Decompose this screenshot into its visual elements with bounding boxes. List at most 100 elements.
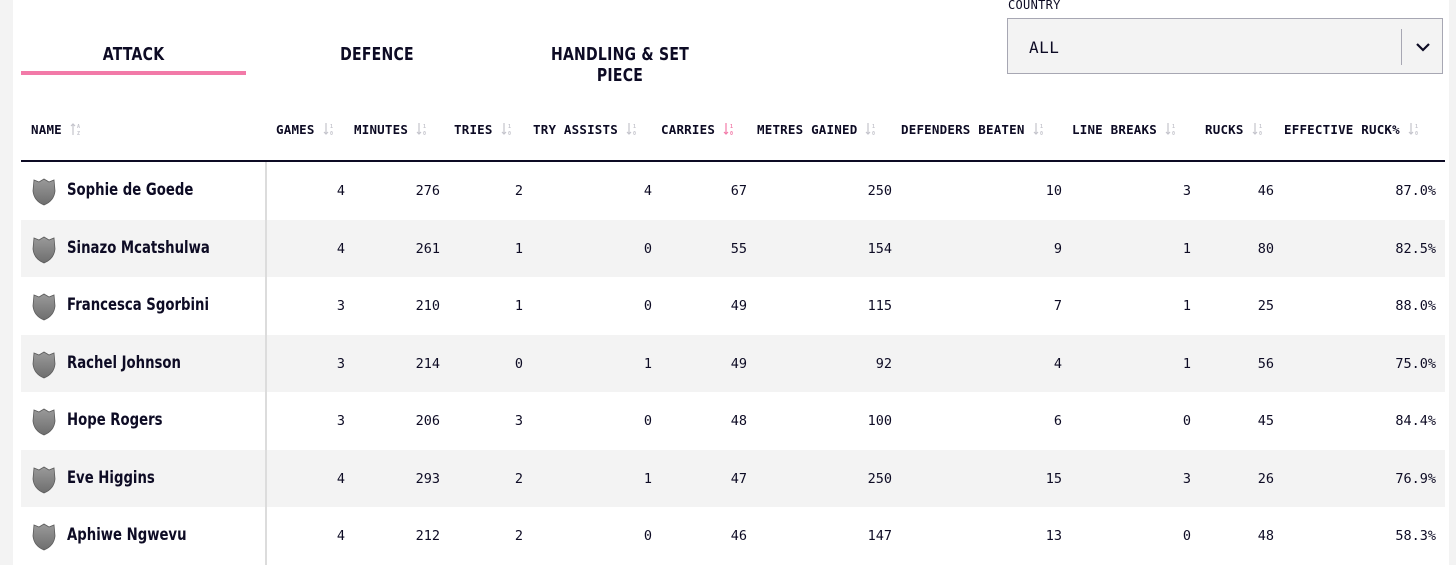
team-shield-icon [32, 351, 56, 378]
sort-alpha-icon[interactable]: A Z [70, 122, 82, 136]
cell-minutes: 212 [415, 528, 440, 544]
column-header-label: TRIES [454, 121, 493, 137]
cell-defenders-beaten: 9 [1053, 240, 1062, 257]
cell-try-assists: 0 [643, 240, 652, 257]
column-header-carries[interactable]: CARRIES 1 0 [661, 121, 735, 137]
column-header-try-assists[interactable]: TRY ASSISTS 1 0 [533, 121, 638, 137]
sort-numeric-icon[interactable]: 10 [1252, 122, 1264, 136]
cell-carries: 55 [730, 240, 747, 257]
cell-defenders-beaten: 10 [1045, 183, 1062, 199]
player-name[interactable]: Sophie de Goede [67, 180, 193, 200]
country-select[interactable]: ALL [1007, 18, 1443, 74]
column-header-name[interactable]: NAME A Z [31, 121, 82, 137]
team-shield-icon [32, 408, 56, 436]
player-name-cell: Rachel Johnson [21, 334, 267, 392]
column-header-defenders-beaten[interactable]: DEFENDERS BEATEN 1 0 [901, 121, 1045, 137]
sort-numeric-icon[interactable]: 10 [501, 122, 513, 136]
cell-defenders-beaten: 6 [1053, 413, 1062, 429]
chevron-down-icon[interactable] [1412, 36, 1434, 58]
cell-minutes: 261 [415, 240, 440, 257]
table-row[interactable]: Rachel Johnson 3 214 0 1 49 92 4 1 56 75.0% [21, 334, 1445, 392]
cell-carries: 48 [730, 413, 747, 429]
cell-effective-ruck: 75.0% [1395, 355, 1436, 372]
column-header-label: METRES GAINED [757, 121, 858, 137]
player-name[interactable]: Eve Higgins [67, 468, 155, 488]
column-header-effective-ruck[interactable]: EFFECTIVE RUCK% 1 0 [1284, 121, 1420, 137]
table-row[interactable]: Eve Higgins 4 293 2 1 47 250 15 3 26 76.9% [21, 449, 1445, 507]
tab-attack[interactable]: ATTACK [46, 44, 222, 74]
cell-games: 3 [336, 298, 345, 314]
player-name[interactable]: Rachel Johnson [67, 353, 181, 373]
column-header-tries[interactable]: TRIES 1 0 [454, 121, 513, 137]
player-name[interactable]: Francesca Sgorbini [67, 295, 209, 315]
column-header-metres-gained[interactable]: METRES GAINED 1 0 [757, 121, 877, 137]
cell-try-assists: 1 [643, 355, 652, 372]
column-header-label: DEFENDERS BEATEN [901, 121, 1025, 137]
page-gutter-left [0, 0, 13, 565]
active-tab-indicator [21, 71, 246, 75]
sort-numeric-icon[interactable]: 10 [1165, 122, 1177, 136]
sort-numeric-icon[interactable]: 10 [323, 122, 335, 136]
cell-defenders-beaten: 4 [1053, 355, 1062, 372]
column-header-label: MINUTES [354, 121, 409, 137]
cell-metres-gained: 250 [867, 470, 892, 487]
column-header-label: CARRIES [661, 121, 716, 137]
country-label: COUNTRY [1008, 0, 1061, 12]
svg-text:1: 1 [423, 124, 426, 130]
sort-descending-active-icon[interactable]: 10 [723, 122, 735, 136]
table-row[interactable]: Aphiwe Ngwevu 4 212 2 0 46 147 13 0 48 58.3% [21, 507, 1445, 565]
player-name[interactable]: Hope Rogers [67, 410, 163, 430]
cell-rucks: 80 [1257, 240, 1274, 257]
table-row[interactable]: Francesca Sgorbini 3 210 1 0 49 115 7 1 25 88.0% [21, 277, 1445, 335]
cell-effective-ruck: 82.5% [1395, 240, 1436, 257]
table-row[interactable]: Sophie de Goede 4 276 2 4 67 250 10 3 46 87.0% [21, 162, 1445, 220]
sort-numeric-icon[interactable]: 10 [416, 122, 428, 136]
cell-try-assists: 4 [643, 183, 652, 199]
cell-line-breaks: 1 [1182, 298, 1191, 314]
cell-line-breaks: 1 [1182, 240, 1191, 257]
tab-handling-set-piece[interactable]: HANDLING & SET PIECE [526, 44, 713, 86]
sort-numeric-icon[interactable]: 10 [1408, 122, 1420, 136]
svg-text:0: 0 [1259, 131, 1262, 136]
cell-defenders-beaten: 13 [1045, 528, 1062, 544]
column-header-label: GAMES [276, 121, 315, 137]
column-header-label: NAME [31, 121, 62, 137]
table-row[interactable]: Sinazo Mcatshulwa 4 261 1 0 55 154 9 1 80 82.5% [21, 219, 1445, 277]
cell-effective-ruck: 84.4% [1395, 413, 1436, 429]
cell-minutes: 214 [415, 355, 440, 372]
cell-carries: 67 [730, 183, 747, 199]
cell-metres-gained: 92 [875, 355, 892, 372]
svg-text:1: 1 [1040, 124, 1043, 130]
player-name-cell: Francesca Sgorbini [21, 277, 267, 335]
cell-effective-ruck: 58.3% [1395, 528, 1436, 544]
cell-carries: 46 [730, 528, 747, 544]
svg-text:0: 0 [330, 131, 333, 136]
cell-tries: 3 [514, 413, 523, 429]
cell-rucks: 48 [1257, 528, 1274, 544]
cell-tries: 2 [514, 528, 523, 544]
tab-defence[interactable]: DEFENCE [303, 44, 451, 74]
cell-line-breaks: 0 [1182, 413, 1191, 429]
cell-carries: 49 [730, 355, 747, 372]
column-header-minutes[interactable]: MINUTES 1 0 [354, 121, 428, 137]
player-name[interactable]: Sinazo Mcatshulwa [67, 238, 210, 258]
sort-numeric-icon[interactable]: 10 [626, 122, 638, 136]
table-row[interactable]: Hope Rogers 3 206 3 0 48 100 6 0 45 84.4% [21, 392, 1445, 450]
column-header-label: TRY ASSISTS [533, 121, 618, 137]
player-name[interactable]: Aphiwe Ngwevu [67, 525, 187, 545]
svg-text:1: 1 [508, 124, 511, 130]
cell-metres-gained: 250 [867, 183, 892, 199]
cell-try-assists: 1 [643, 470, 652, 487]
cell-line-breaks: 3 [1182, 470, 1191, 487]
svg-text:0: 0 [1415, 131, 1418, 136]
cell-games: 3 [336, 355, 345, 372]
svg-text:1: 1 [1415, 124, 1418, 130]
cell-minutes: 293 [415, 470, 440, 487]
column-header-line-breaks[interactable]: LINE BREAKS 1 0 [1072, 121, 1177, 137]
cell-carries: 49 [730, 298, 747, 314]
sort-numeric-icon[interactable]: 10 [1033, 122, 1045, 136]
sort-numeric-icon[interactable]: 10 [865, 122, 877, 136]
column-header-games[interactable]: GAMES 1 0 [276, 121, 335, 137]
svg-text:0: 0 [730, 131, 733, 136]
column-header-rucks[interactable]: RUCKS 1 0 [1205, 121, 1264, 137]
